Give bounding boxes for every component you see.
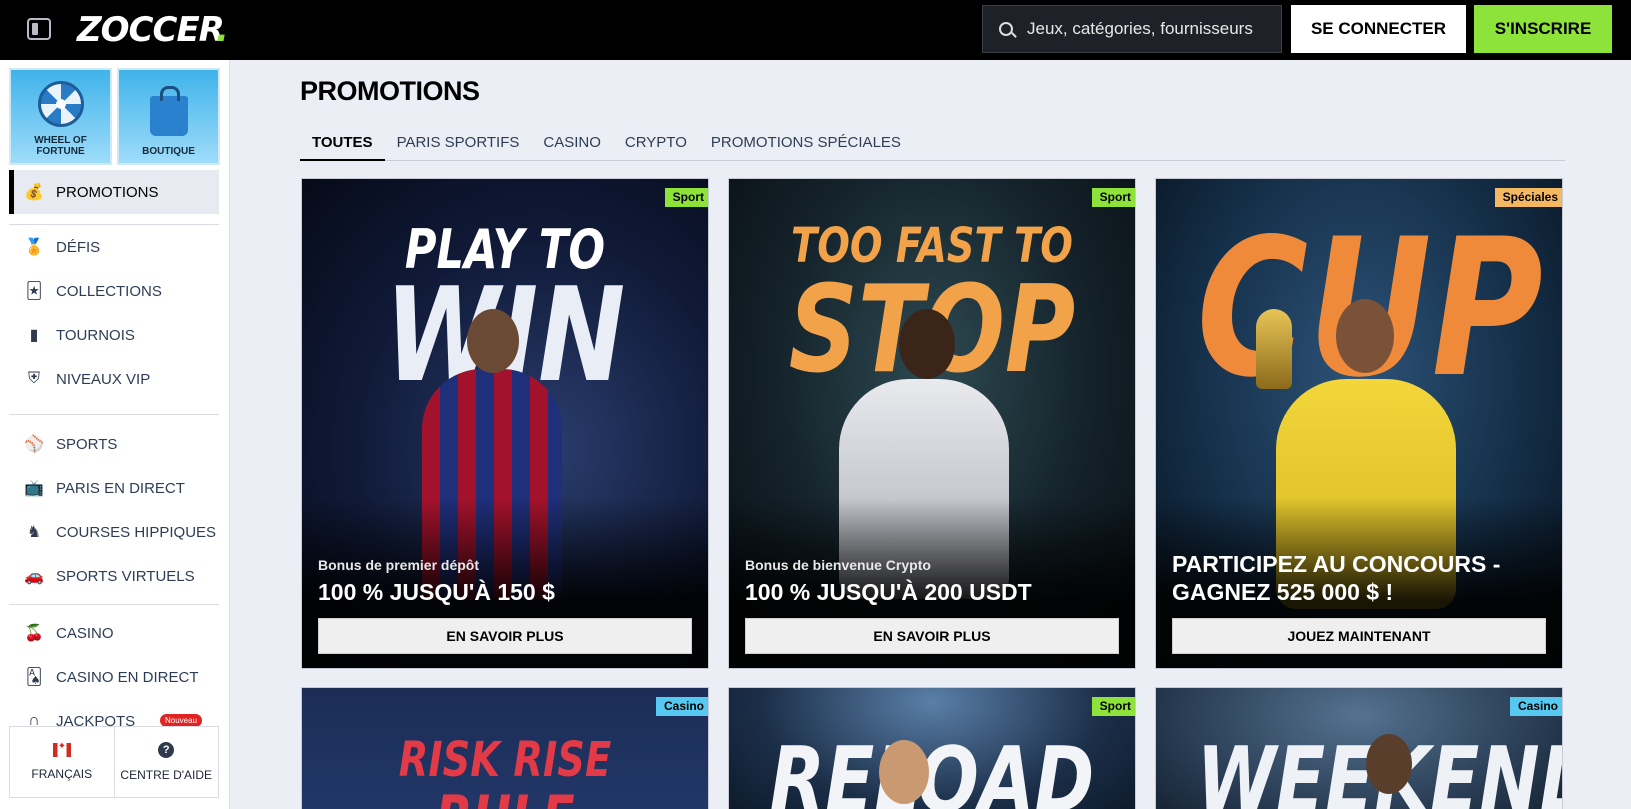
horse-icon: ♞	[26, 524, 42, 541]
player-head	[899, 309, 955, 379]
money-bag-icon: 💰	[24, 184, 44, 201]
medal-icon: 🏅	[24, 239, 44, 256]
promo-image: WEEKEND	[1156, 688, 1562, 809]
sidebar-item-defis[interactable]: 🏅 DÉFIS	[9, 225, 219, 269]
sidebar-item-label: SPORTS VIRTUELS	[56, 567, 195, 585]
promo-art-text: RULE	[343, 788, 668, 809]
search-icon	[999, 22, 1013, 36]
live-tv-icon: 📺	[24, 480, 44, 497]
tile-label: BOUTIQUE	[142, 146, 195, 157]
divider	[9, 604, 219, 605]
sidebar-item-promotions[interactable]: 💰 PROMOTIONS	[9, 170, 219, 214]
wheel-of-fortune-tile[interactable]: WHEEL OF FORTUNE	[9, 68, 112, 165]
search-input[interactable]	[1027, 19, 1267, 39]
page-title: PROMOTIONS	[300, 76, 480, 106]
podium-icon: ▮	[29, 327, 39, 344]
shopping-bag-icon	[149, 86, 188, 136]
promo-subtitle: Bonus de premier dépôt	[318, 557, 480, 573]
sidebar-item-sports-virtuels[interactable]: 🚗 SPORTS VIRTUELS	[9, 554, 219, 598]
promo-card[interactable]: PLAY TO WIN Sport Bonus de premier dépôt…	[301, 178, 709, 669]
promo-card[interactable]: TOO FAST TO STOP Sport Bonus de bienvenu…	[728, 178, 1136, 669]
sidebar-item-label: PROMOTIONS	[56, 183, 159, 201]
help-icon: ?	[158, 742, 175, 758]
sidebar-item-label: CASINO	[56, 624, 114, 642]
help-label: CENTRE D'AIDE	[120, 768, 213, 782]
category-tag: Casino	[1509, 697, 1562, 716]
sidebar-toggle-icon[interactable]	[27, 18, 51, 40]
sidebar-item-casino-en-direct[interactable]: 🂡 CASINO EN DIRECT	[9, 655, 219, 699]
cards-icon: 🃏	[25, 283, 43, 300]
divider	[9, 414, 219, 415]
sidebar-item-niveaux-vip[interactable]: ⛨ NIVEAUX VIP	[9, 357, 219, 401]
promo-art-text: RISK RISE	[398, 732, 612, 788]
promo-art-text: WEEKEND	[1197, 736, 1562, 809]
player-head	[467, 309, 519, 373]
tile-label: WHEEL OF FORTUNE	[34, 135, 87, 157]
tab-promotions-speciales[interactable]: PROMOTIONS SPÉCIALES	[699, 130, 913, 161]
sidebar-item-label: CASINO EN DIRECT	[56, 668, 199, 686]
sidebar-item-casino[interactable]: 🍒 CASINO	[9, 611, 219, 655]
promo-image: RELOAD	[729, 688, 1135, 809]
sidebar-item-courses-hippiques[interactable]: ♞ COURSES HIPPIQUES	[9, 510, 219, 554]
cherries-icon: 🍒	[24, 625, 44, 642]
tab-casino[interactable]: CASINO	[531, 130, 613, 161]
tab-toutes[interactable]: TOUTES	[300, 130, 385, 161]
promo-tabs: TOUTES PARIS SPORTIFS CASINO CRYPTO PROM…	[300, 130, 1565, 161]
sidebar-tiles: WHEEL OF FORTUNE BOUTIQUE	[9, 68, 220, 165]
logo-accent-dot: .	[215, 10, 229, 50]
language-selector[interactable]: FRANÇAIS	[10, 727, 114, 797]
sidebar-item-label: TOURNOIS	[56, 326, 135, 344]
category-tag: Casino	[655, 697, 708, 716]
shield-icon: ⛨	[27, 370, 40, 387]
search-box[interactable]	[982, 5, 1282, 53]
virtual-car-icon: 🚗	[24, 568, 44, 585]
logo[interactable]: ZOCCER.	[77, 10, 229, 50]
promo-image: RISK RISE RULE	[302, 688, 708, 809]
player-head	[1336, 299, 1394, 373]
trophy-icon	[1256, 309, 1292, 389]
category-tag: Sport	[1091, 697, 1135, 716]
sidebar-item-label: DÉFIS	[56, 238, 101, 256]
live-cards-icon: 🂡	[25, 669, 43, 686]
promo-title: PARTICIPEZ AU CONCOURS - GAGNEZ 525 000 …	[1172, 551, 1501, 605]
sidebar-item-tournois[interactable]: ▮ TOURNOIS	[9, 313, 219, 357]
sidebar-item-collections[interactable]: 🃏 COLLECTIONS	[9, 269, 219, 313]
learn-more-button[interactable]: EN SAVOIR PLUS	[318, 618, 692, 654]
category-tag: Sport	[1091, 188, 1135, 207]
promo-subtitle: Bonus de bienvenue Crypto	[745, 557, 931, 573]
promo-title: 100 % JUSQU'À 200 USDT	[745, 579, 1032, 605]
tab-paris-sportifs[interactable]: PARIS SPORTIFS	[385, 130, 532, 161]
top-header: ZOCCER. SE CONNECTER S'INSCRIRE	[0, 0, 1631, 60]
promo-art-text: RELOAD	[769, 728, 1095, 809]
promo-card[interactable]: WEEKEND Casino	[1155, 687, 1563, 809]
player-head	[879, 740, 929, 804]
signup-button[interactable]: S'INSCRIRE	[1474, 5, 1612, 53]
sidebar-item-label: NIVEAUX VIP	[56, 370, 151, 388]
sidebar-item-label: SPORTS	[56, 435, 118, 453]
promo-title: 100 % JUSQU'À 150 $	[318, 579, 555, 605]
category-tag: Spéciales	[1494, 188, 1562, 207]
sidebar-item-label: COURSES HIPPIQUES	[56, 523, 217, 541]
promo-card[interactable]: RELOAD Sport	[728, 687, 1136, 809]
ball-icon: ⚾	[24, 436, 44, 453]
sidebar-item-paris-en-direct[interactable]: 📺 PARIS EN DIRECT	[9, 466, 219, 510]
login-button[interactable]: SE CONNECTER	[1291, 5, 1466, 53]
sidebar-item-sports[interactable]: ⚾ SPORTS	[9, 422, 219, 466]
sidebar: WHEEL OF FORTUNE BOUTIQUE 💰 PROMOTIONS 🏅…	[0, 60, 230, 809]
tab-crypto[interactable]: CRYPTO	[613, 130, 699, 161]
language-label: FRANÇAIS	[31, 767, 93, 781]
promo-card[interactable]: CUP Spéciales PARTICIPEZ AU CONCOURS - G…	[1155, 178, 1563, 669]
sidebar-item-label: COLLECTIONS	[56, 282, 162, 300]
play-now-button[interactable]: JOUEZ MAINTENANT	[1172, 618, 1546, 654]
boutique-tile[interactable]: BOUTIQUE	[117, 68, 220, 165]
promo-card[interactable]: RISK RISE RULE Casino	[301, 687, 709, 809]
wheel-icon	[37, 81, 84, 127]
canada-flag-icon	[52, 741, 71, 757]
help-center-link[interactable]: ? CENTRE D'AIDE	[113, 727, 219, 797]
sidebar-footer: FRANÇAIS ? CENTRE D'AIDE	[9, 726, 219, 798]
player-head	[1366, 734, 1412, 794]
learn-more-button[interactable]: EN SAVOIR PLUS	[745, 618, 1119, 654]
category-tag: Sport	[664, 188, 708, 207]
sidebar-item-label: PARIS EN DIRECT	[56, 479, 185, 497]
